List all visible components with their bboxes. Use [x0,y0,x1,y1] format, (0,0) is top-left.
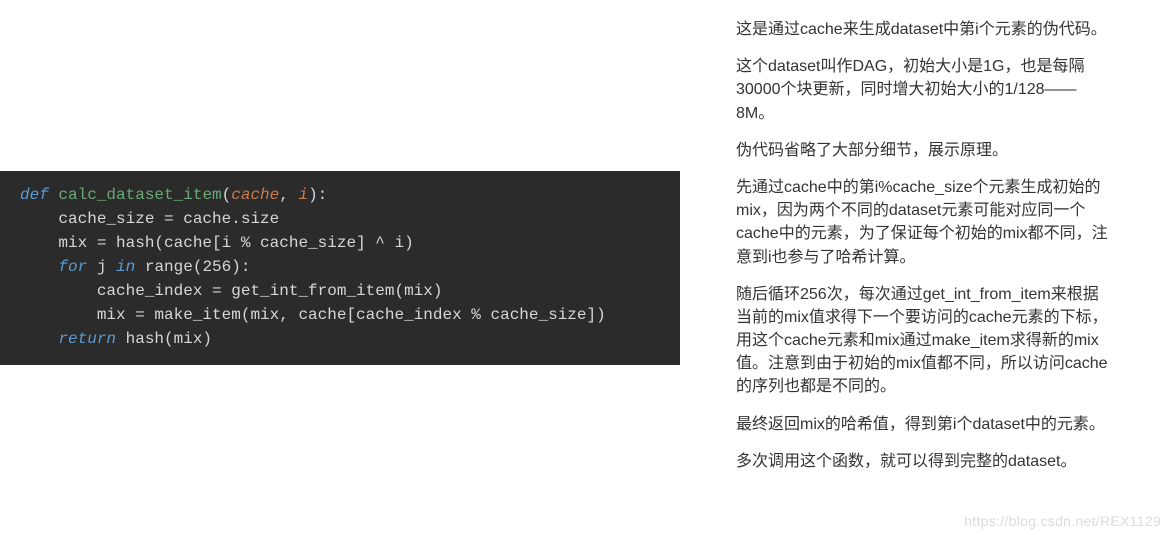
function-name: calc_dataset_item [49,186,222,204]
range-close: ): [231,258,250,276]
mod-op: % [241,234,251,252]
paragraph-2: 这个dataset叫作DAG，初始大小是1G，也是每隔30000个块更新，同时增… [736,55,1110,125]
number-256: 256 [202,258,231,276]
page-container: def calc_dataset_item(cache, i): cache_s… [0,0,1173,535]
code-line-2: cache_size = cache.size [20,210,279,228]
code-block: def calc_dataset_item(cache, i): cache_s… [0,171,680,365]
param-i: i [298,186,308,204]
paren-open: ( [222,186,232,204]
code-line-5: cache_index = get_int_from_item(mix) [20,282,442,300]
keyword-for: for [20,258,87,276]
loop-var-j: j [87,258,116,276]
paragraph-5: 随后循环256次，每次通过get_int_from_item来根据当前的mix值… [736,283,1110,399]
keyword-def: def [20,186,49,204]
paragraph-4: 先通过cache中的第i%cache_size个元素生成初始的mix，因为两个不… [736,176,1110,269]
comma: , [279,186,298,204]
param-cache: cache [231,186,279,204]
code-panel: def calc_dataset_item(cache, i): cache_s… [0,0,720,535]
paragraph-1: 这是通过cache来生成dataset中第i个元素的伪代码。 [736,18,1110,41]
paragraph-7: 多次调用这个函数，就可以得到完整的dataset。 [736,450,1110,473]
range-call: range( [135,258,202,276]
paragraph-3: 伪代码省略了大部分细节，展示原理。 [736,139,1110,162]
paren-close: ): [308,186,327,204]
keyword-return: return [20,330,116,348]
return-expr: hash(mix) [116,330,212,348]
code-line-6c: cache_size]) [481,306,606,324]
code-line-3c: cache_size] ^ i) [250,234,413,252]
watermark: https://blog.csdn.net/REX1129 [964,513,1161,529]
text-panel: 这是通过cache来生成dataset中第i个元素的伪代码。 这个dataset… [720,0,1140,535]
code-line-6a: mix = make_item(mix, cache[cache_index [20,306,471,324]
keyword-in: in [116,258,135,276]
paragraph-6: 最终返回mix的哈希值，得到第i个dataset中的元素。 [736,413,1110,436]
mod-op-2: % [471,306,481,324]
code-line-3a: mix = hash(cache[i [20,234,241,252]
